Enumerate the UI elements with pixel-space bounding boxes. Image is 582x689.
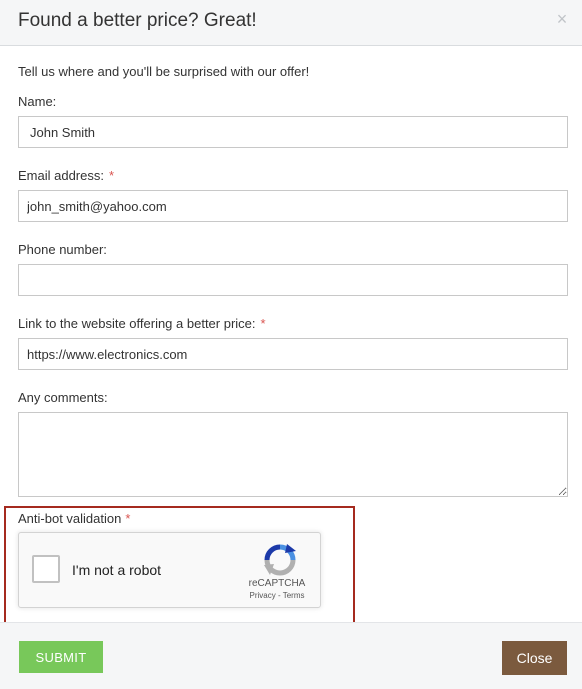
dialog-header: Found a better price? Great! × [0, 0, 582, 46]
captcha-label: Anti-bot validation * [18, 511, 131, 526]
close-icon[interactable]: × [554, 10, 570, 28]
phone-input[interactable] [18, 264, 568, 296]
recaptcha-widget: I'm not a robot reCAPTCHA Privacy - Term… [18, 532, 321, 608]
link-label: Link to the website offering a better pr… [18, 316, 266, 331]
recaptcha-text: I'm not a robot [72, 562, 162, 578]
close-button[interactable]: Close [502, 641, 567, 675]
comments-textarea[interactable] [18, 412, 568, 497]
required-marker: * [260, 316, 266, 331]
dialog-footer: SUBMIT Close [0, 622, 582, 689]
recaptcha-links[interactable]: Privacy - Terms [247, 591, 307, 600]
email-label: Email address: * [18, 168, 115, 183]
comments-label: Any comments: [18, 390, 108, 405]
name-input[interactable] [18, 116, 568, 148]
submit-button[interactable]: SUBMIT [19, 641, 103, 673]
dialog-title: Found a better price? Great! [18, 10, 257, 31]
name-label: Name: [18, 94, 57, 109]
phone-label: Phone number: [18, 242, 107, 257]
link-input[interactable] [18, 338, 568, 370]
required-marker: * [108, 168, 115, 183]
required-marker: * [125, 511, 131, 526]
recaptcha-logo-icon [264, 544, 296, 576]
recaptcha-brand: reCAPTCHA [248, 578, 306, 589]
intro-text: Tell us where and you'll be surprised wi… [18, 64, 310, 79]
recaptcha-checkbox[interactable] [32, 555, 60, 583]
email-input[interactable] [18, 190, 568, 222]
